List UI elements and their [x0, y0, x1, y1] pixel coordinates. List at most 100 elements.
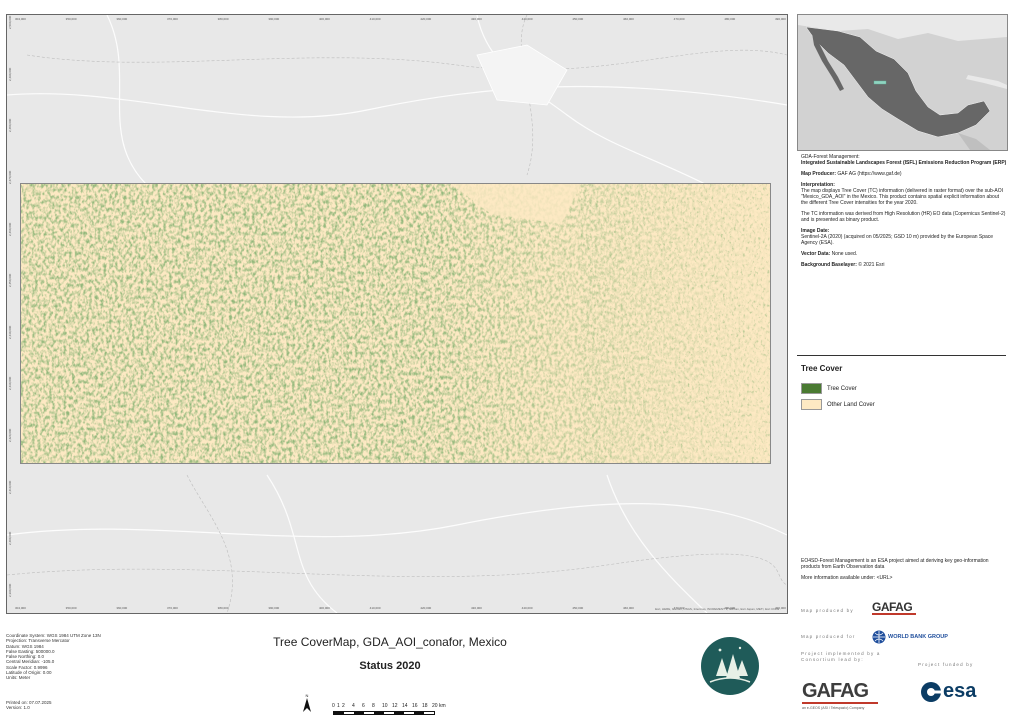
- bottom-tick-label: 480,000: [724, 606, 736, 610]
- aoi-marker: [873, 80, 887, 85]
- scale-bar-label: 18: [422, 703, 428, 709]
- bottom-tick-label: 470,000: [673, 606, 685, 610]
- top-tick-label: 410,000: [369, 17, 381, 21]
- right-tick-label: 2,500,000: [786, 29, 788, 43]
- legend-item-tree-cover: Tree Cover: [801, 383, 857, 394]
- bottom-tick-label: 490,000: [775, 606, 786, 610]
- baselayer-label: Background Baselayer:: [801, 262, 857, 268]
- scale-bar-label: 16: [412, 703, 418, 709]
- left-tick-label: 2,480,000: [8, 118, 12, 133]
- produced-for-label: Map produced for: [801, 634, 856, 639]
- map-title: Tree CoverMap, GDA_AOI_conafor, Mexico: [273, 635, 507, 649]
- top-tick-label: 400,000: [319, 17, 330, 21]
- top-tick-label: 490,000: [775, 17, 786, 21]
- top-tick-label: 370,000: [167, 17, 178, 21]
- info-panel: GDA-Forest Management: Integrated Sustai…: [801, 154, 1007, 273]
- top-tick-label: 350,000: [65, 17, 77, 21]
- legend-label: Other Land Cover: [827, 401, 875, 408]
- left-tick-label: 2,400,000: [8, 532, 12, 546]
- project-logo: [700, 636, 760, 701]
- bottom-tick-label: 430,000: [471, 606, 482, 610]
- bottom-tick-label: 350,000: [65, 606, 77, 610]
- gaf-logo-large: GAFAG: [802, 680, 869, 702]
- bottom-tick-label: 460,000: [623, 606, 634, 610]
- left-tick-label: 2,460,000: [8, 222, 12, 236]
- bottom-tick-label: 440,000: [521, 606, 533, 610]
- right-tick-label: 2,470,000: [786, 183, 788, 198]
- right-tick-label: 2,460,000: [786, 235, 788, 249]
- tree-cover-raster[interactable]: [20, 183, 771, 464]
- implemented-by-label: Project implemented by a Consortium lead…: [801, 651, 881, 662]
- vector-value: None used.: [831, 251, 858, 257]
- top-tick-label: 470,000: [673, 17, 685, 21]
- left-tick-label: 2,440,000: [8, 325, 12, 339]
- world-bank-logo: WORLD BANK GROUP: [872, 630, 948, 644]
- gaf-logo-underline: [802, 702, 878, 704]
- more-info-link[interactable]: More information available under: <URL>: [801, 575, 1007, 581]
- gaf-logo-small: GAFAG: [872, 600, 916, 615]
- scale-bar-graphic: [333, 711, 435, 715]
- image-date-text: Sentinel-2A (2020) (acquired on 05/2025;…: [801, 234, 994, 246]
- interpretation-text: The map displays Tree Cover (TC) informa…: [801, 188, 1004, 206]
- top-tick-label: 480,000: [724, 17, 736, 21]
- overview-map[interactable]: [797, 14, 1008, 151]
- left-tick-label: 2,390,000: [8, 583, 12, 597]
- scale-bar-label: 10: [382, 703, 388, 709]
- top-tick-label: 450,000: [572, 17, 584, 21]
- bottom-tick-label: 450,000: [572, 606, 584, 610]
- legend-label: Tree Cover: [827, 385, 857, 392]
- right-tick-label: 2,390,000: [786, 597, 788, 611]
- top-tick-label: 304,000: [15, 17, 26, 21]
- program-name: Integrated Sustainable Landscapes Forest…: [801, 160, 1007, 166]
- right-tick-label: 2,400,000: [786, 545, 788, 559]
- scale-bar-label: 14: [402, 703, 408, 709]
- left-tick-label: 2,410,000: [8, 480, 12, 494]
- scale-bar-label: 20 km: [432, 703, 446, 709]
- left-tick-label: 2,450,000: [8, 273, 12, 288]
- legend-title: Tree Cover: [801, 364, 843, 373]
- crs-line: Units: Meter: [6, 675, 31, 681]
- bottom-tick-label: 380,000: [217, 606, 229, 610]
- baselayer-value: © 2021 Esri: [858, 262, 885, 268]
- forest-logo-icon: [701, 637, 759, 695]
- globe-icon: [872, 630, 886, 644]
- coordinate-system-info: Coordinate System: WGS 1984 UTM Zone 13N…: [6, 633, 136, 681]
- esa-emblem-icon: [921, 681, 941, 702]
- left-tick-label: 2,420,000: [8, 428, 12, 443]
- scale-bar-label: 8: [372, 703, 375, 709]
- bottom-tick-label: 400,000: [319, 606, 330, 610]
- right-tick-label: 2,430,000: [786, 390, 788, 404]
- legend-item-other-land-cover: Other Land Cover: [801, 399, 875, 410]
- printed-info: Printed on: 07.07.2025 Version: 1.0: [6, 700, 52, 711]
- printed-line: Version: 1.0: [6, 705, 30, 711]
- top-tick-label: 430,000: [471, 17, 482, 21]
- left-tick-label: 2,500,000: [8, 15, 12, 29]
- right-tick-label: 2,440,000: [786, 338, 788, 353]
- producer-value: GAF AG (https://www.gaf.de): [837, 171, 902, 177]
- bottom-tick-label: 420,000: [420, 606, 432, 610]
- legend-swatch-other-land-cover: [801, 399, 822, 410]
- funded-by-label: Project funded by: [918, 662, 974, 667]
- right-tick-label: 2,420,000: [786, 442, 788, 456]
- top-tick-label: 420,000: [420, 17, 432, 21]
- scale-bar-label: 12: [392, 703, 398, 709]
- right-tick-label: 2,450,000: [786, 287, 788, 301]
- scale-bar-label: 2: [342, 703, 345, 709]
- scale-bar-label: 1: [337, 703, 340, 709]
- vector-label: Vector Data:: [801, 251, 831, 257]
- bottom-tick-label: 390,000: [268, 606, 280, 610]
- main-map[interactable]: Esri, HERE, Garmin, USGS, Intermap, INCR…: [6, 14, 788, 614]
- right-tick-label: 2,410,000: [786, 493, 788, 508]
- top-tick-label: 360,000: [116, 17, 128, 21]
- interpretation-text-2: The TC information was derived from High…: [801, 211, 1006, 223]
- top-tick-label: 380,000: [217, 17, 229, 21]
- top-tick-label: 460,000: [623, 17, 634, 21]
- producer-label: Map Producer:: [801, 171, 837, 177]
- right-tick-label: 2,490,000: [786, 80, 788, 94]
- eo4sd-description: EO4SD-Forest Management is an ESA projec…: [801, 558, 989, 570]
- bottom-tick-label: 360,000: [116, 606, 128, 610]
- left-tick-label: 2,430,000: [8, 377, 12, 391]
- right-tick-label: 2,480,000: [786, 132, 788, 146]
- top-tick-label: 440,000: [521, 17, 533, 21]
- legend-swatch-tree-cover: [801, 383, 822, 394]
